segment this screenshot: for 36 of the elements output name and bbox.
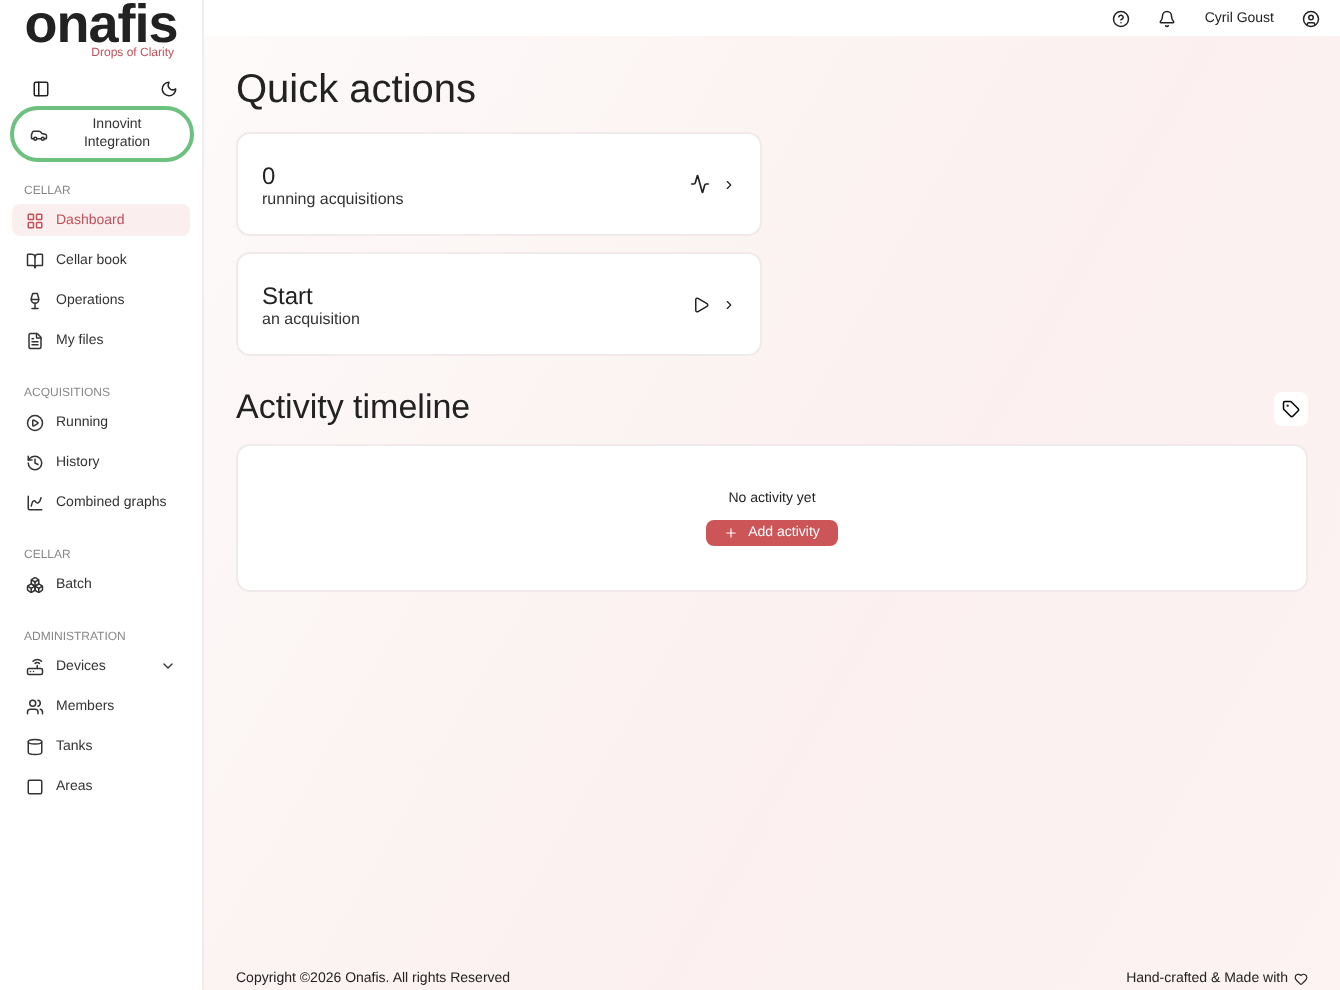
card-subtitle: an acquisition <box>262 309 362 327</box>
chevron-icon <box>722 177 736 191</box>
action-card[interactable]: 0 running acquisitions <box>236 132 762 236</box>
card-title: 0 <box>262 161 278 189</box>
logo-wordmark: onafis <box>24 0 178 48</box>
play-circle-icon <box>26 413 44 431</box>
section-heading: Activity timeline <box>236 388 471 428</box>
user-icon[interactable] <box>1302 9 1320 27</box>
heart-icon <box>1294 972 1308 986</box>
tag-button[interactable] <box>1274 391 1308 425</box>
car-icon <box>30 125 48 143</box>
bell-icon[interactable] <box>1158 9 1177 27</box>
card-title: Start <box>262 281 315 309</box>
history-icon <box>26 453 44 471</box>
file-icon <box>26 331 44 349</box>
cylinder-icon <box>26 737 44 755</box>
tag-icon <box>1282 399 1300 417</box>
people-icon <box>26 697 44 715</box>
device-icon <box>26 657 44 675</box>
grid-icon <box>26 211 44 229</box>
pulse-icon <box>690 174 710 194</box>
page-title: Quick actions <box>236 68 479 114</box>
square-icon <box>26 777 44 795</box>
book-icon <box>26 251 44 269</box>
action-card[interactable]: Start an acquisition <box>236 252 762 356</box>
play-icon <box>692 295 710 313</box>
help-icon[interactable] <box>1112 9 1131 27</box>
sidebar-toggle-icon[interactable] <box>32 80 50 98</box>
chart-icon <box>26 493 44 511</box>
chevron-icon <box>722 297 736 311</box>
plus-icon <box>724 525 739 539</box>
moon-icon[interactable] <box>160 80 178 98</box>
goblet-icon <box>26 291 44 309</box>
card-subtitle: running acquisitions <box>262 189 406 207</box>
chevron-icon[interactable] <box>160 658 176 674</box>
boxes-icon <box>26 575 44 593</box>
